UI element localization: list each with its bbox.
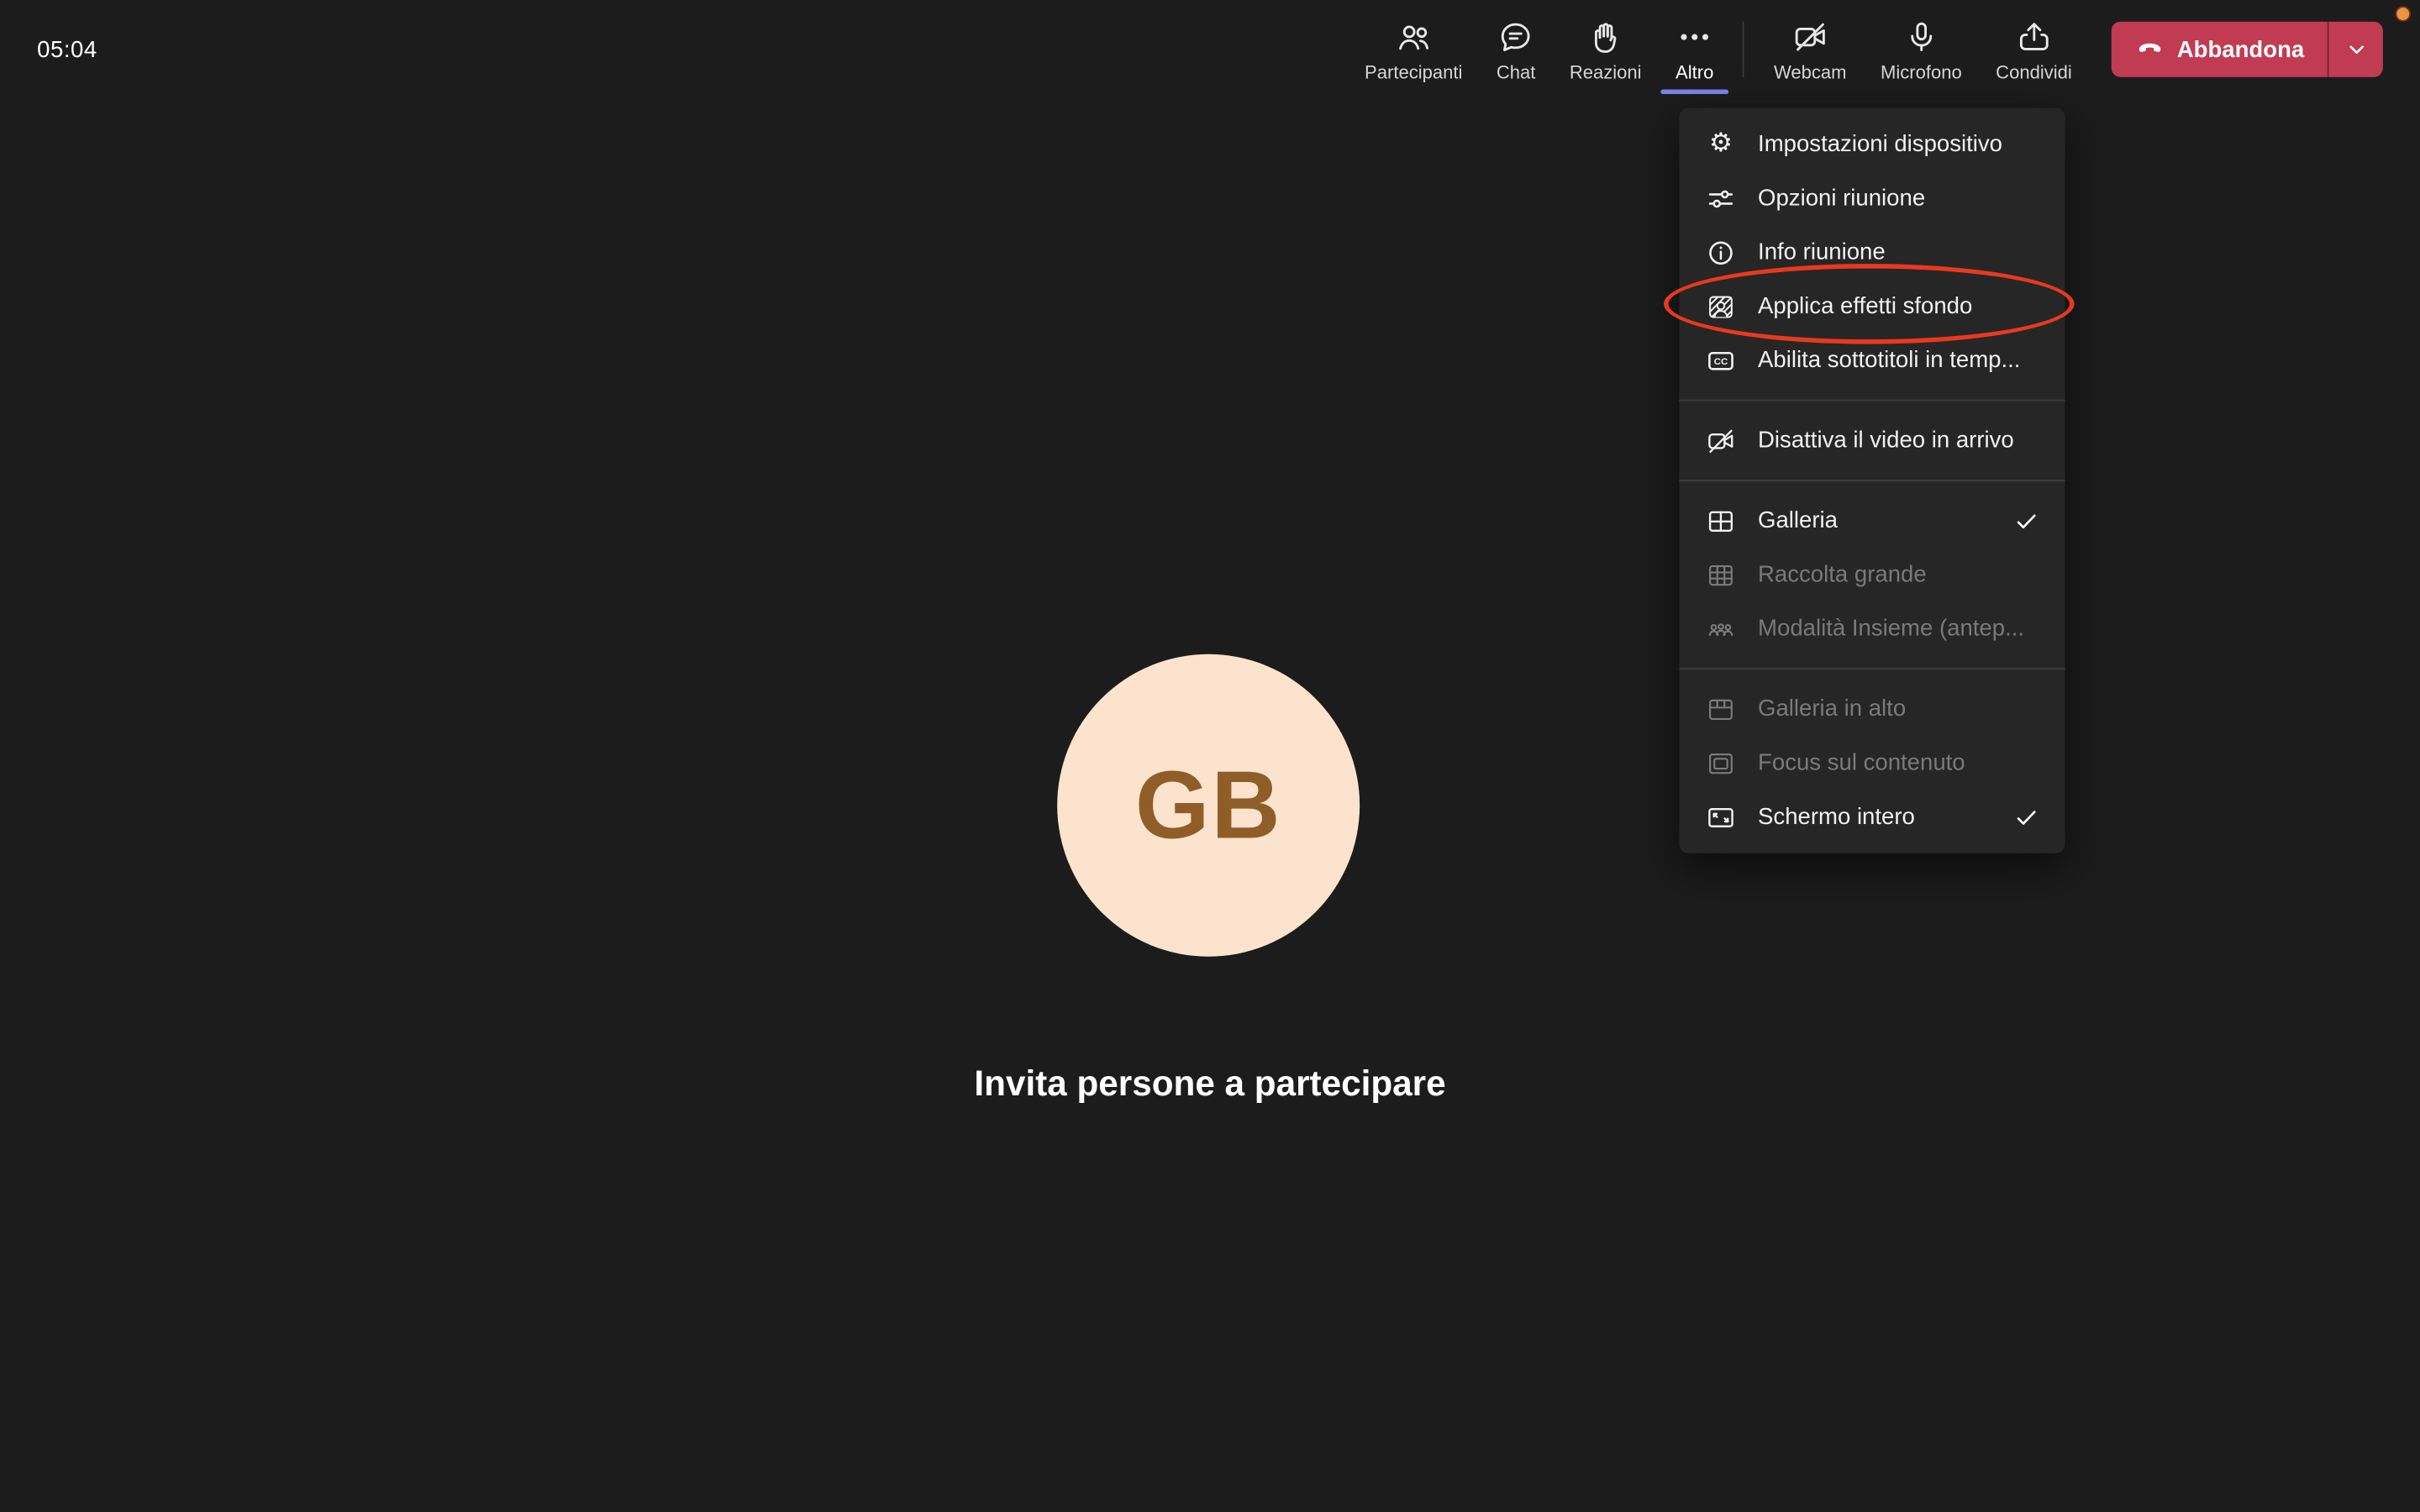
large-gallery-grid-icon bbox=[1704, 559, 1738, 591]
meeting-toolbar: Partecipanti Chat bbox=[1348, 0, 2383, 99]
background-effects-icon bbox=[1704, 291, 1738, 322]
menu-item-gallery[interactable]: Galleria bbox=[1679, 494, 2065, 548]
menu-item-apply-background-effects[interactable]: Applica effetti sfondo bbox=[1679, 279, 2065, 333]
top-gallery-icon bbox=[1704, 694, 1738, 725]
check-icon bbox=[2012, 803, 2040, 831]
menu-item-label: Abilita sottotitoli in temp... bbox=[1758, 347, 2040, 373]
svg-text:CC: CC bbox=[1714, 356, 1728, 366]
leave-button[interactable]: Abbandona bbox=[2111, 22, 2328, 77]
menu-item-live-captions[interactable]: CC Abilita sottotitoli in temp... bbox=[1679, 333, 2065, 387]
toolbar-share-button[interactable]: Condividi bbox=[1979, 0, 2089, 99]
toolbar-participants-label: Partecipanti bbox=[1365, 61, 1462, 83]
menu-item-turn-off-incoming-video[interactable]: Disattiva il video in arrivo bbox=[1679, 413, 2065, 467]
toolbar-more-label: Altro bbox=[1676, 61, 1713, 83]
incoming-video-off-icon bbox=[1704, 425, 1738, 456]
leave-button-label: Abbandona bbox=[2177, 36, 2305, 62]
menu-item-meeting-options[interactable]: Opzioni riunione bbox=[1679, 171, 2065, 225]
webcam-off-icon bbox=[1791, 16, 1828, 56]
toolbar-participants-button[interactable]: Partecipanti bbox=[1348, 0, 1480, 99]
closed-captions-icon: CC bbox=[1704, 345, 1738, 376]
check-icon bbox=[2012, 507, 2040, 534]
menu-item-label: Info riunione bbox=[1758, 239, 2040, 265]
together-mode-icon bbox=[1704, 613, 1738, 644]
menu-item-large-gallery: Raccolta grande bbox=[1679, 548, 2065, 601]
fullscreen-icon bbox=[1704, 801, 1738, 832]
menu-item-together-mode: Modalità Insieme (antep... bbox=[1679, 601, 2065, 655]
menu-divider bbox=[1679, 668, 2065, 669]
menu-item-content-focus: Focus sul contenuto bbox=[1679, 736, 2065, 790]
toolbar-chat-label: Chat bbox=[1497, 61, 1536, 83]
menu-item-full-screen[interactable]: Schermo intero bbox=[1679, 790, 2065, 843]
invite-people-text: Invita persone a partecipare bbox=[0, 1063, 2420, 1105]
settings-gear-icon: ⚙ bbox=[1704, 131, 1738, 157]
gallery-grid-icon bbox=[1704, 506, 1738, 537]
toolbar-webcam-button[interactable]: Webcam bbox=[1757, 0, 1864, 99]
content-focus-icon bbox=[1704, 748, 1738, 779]
menu-item-label: Opzioni riunione bbox=[1758, 185, 2040, 211]
share-screen-icon bbox=[2015, 16, 2052, 56]
toolbar-chat-button[interactable]: Chat bbox=[1480, 0, 1553, 99]
menu-item-top-gallery: Galleria in alto bbox=[1679, 682, 2065, 736]
toolbar-reactions-button[interactable]: Reazioni bbox=[1553, 0, 1659, 99]
menu-item-label: Modalità Insieme (antep... bbox=[1758, 616, 2040, 642]
meeting-options-sliders-icon bbox=[1704, 183, 1738, 214]
toolbar-microphone-button[interactable]: Microfono bbox=[1864, 0, 1979, 99]
menu-item-label: Focus sul contenuto bbox=[1758, 750, 2040, 776]
avatar-initials: GB bbox=[1135, 751, 1281, 860]
info-icon bbox=[1704, 237, 1738, 268]
menu-item-device-settings[interactable]: ⚙ Impostazioni dispositivo bbox=[1679, 118, 2065, 171]
more-ellipsis-icon bbox=[1676, 16, 1713, 56]
menu-divider bbox=[1679, 480, 2065, 481]
menu-item-label: Raccolta grande bbox=[1758, 562, 2040, 588]
microphone-icon bbox=[1902, 16, 1939, 56]
leave-button-group: Abbandona bbox=[2111, 22, 2383, 77]
status-dot bbox=[2396, 8, 2409, 20]
toolbar-divider bbox=[1743, 22, 1744, 77]
menu-item-label: Galleria bbox=[1758, 507, 1983, 533]
people-icon bbox=[1395, 16, 1432, 56]
menu-divider bbox=[1679, 400, 2065, 402]
more-options-menu: ⚙ Impostazioni dispositivo Opzioni riuni… bbox=[1679, 108, 2065, 853]
toolbar-more-button[interactable]: Altro bbox=[1659, 0, 1731, 99]
active-tab-underline bbox=[1660, 90, 1728, 95]
participant-avatar: GB bbox=[1057, 654, 1360, 957]
chat-icon bbox=[1497, 16, 1534, 56]
menu-item-label: Impostazioni dispositivo bbox=[1758, 131, 2040, 157]
menu-item-label: Applica effetti sfondo bbox=[1758, 293, 2040, 319]
menu-item-meeting-info[interactable]: Info riunione bbox=[1679, 225, 2065, 279]
menu-item-label: Galleria in alto bbox=[1758, 696, 2040, 722]
toolbar-share-label: Condividi bbox=[1996, 61, 2072, 83]
menu-item-label: Schermo intero bbox=[1758, 804, 1983, 830]
menu-item-label: Disattiva il video in arrivo bbox=[1758, 428, 2040, 454]
toolbar-webcam-label: Webcam bbox=[1774, 61, 1847, 83]
meeting-window: 05:04 Partecipanti bbox=[0, 0, 2420, 1512]
meeting-topbar: 05:04 Partecipanti bbox=[0, 0, 2420, 99]
hangup-phone-icon bbox=[2133, 34, 2165, 65]
leave-options-dropdown[interactable] bbox=[2328, 22, 2383, 77]
chevron-down-icon bbox=[2342, 35, 2370, 63]
toolbar-reactions-label: Reazioni bbox=[1570, 61, 1642, 83]
toolbar-microphone-label: Microfono bbox=[1881, 61, 1962, 83]
reactions-hand-icon bbox=[1587, 16, 1624, 56]
meeting-timer: 05:04 bbox=[37, 0, 97, 99]
